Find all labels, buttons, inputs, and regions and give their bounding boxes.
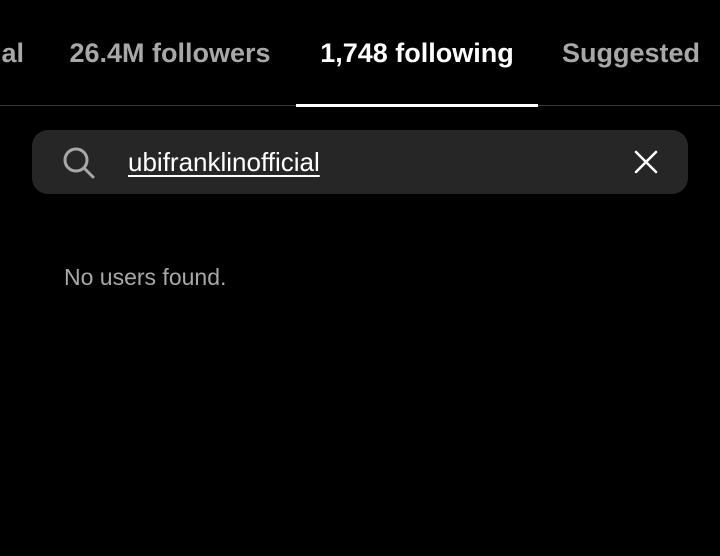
search-icon bbox=[63, 147, 95, 179]
no-results-message: No users found. bbox=[64, 264, 227, 290]
tab-following[interactable]: 1,748 following bbox=[296, 0, 538, 107]
profile-tabs: al 26.4M followers 1,748 following Sugge… bbox=[0, 0, 720, 107]
search-input[interactable] bbox=[128, 130, 598, 194]
search-bar[interactable] bbox=[32, 130, 688, 194]
tab-partial[interactable]: al bbox=[0, 0, 24, 106]
tab-suggested[interactable]: Suggested bbox=[538, 0, 720, 106]
tab-followers[interactable]: 26.4M followers bbox=[44, 0, 296, 106]
close-icon[interactable] bbox=[632, 148, 660, 176]
